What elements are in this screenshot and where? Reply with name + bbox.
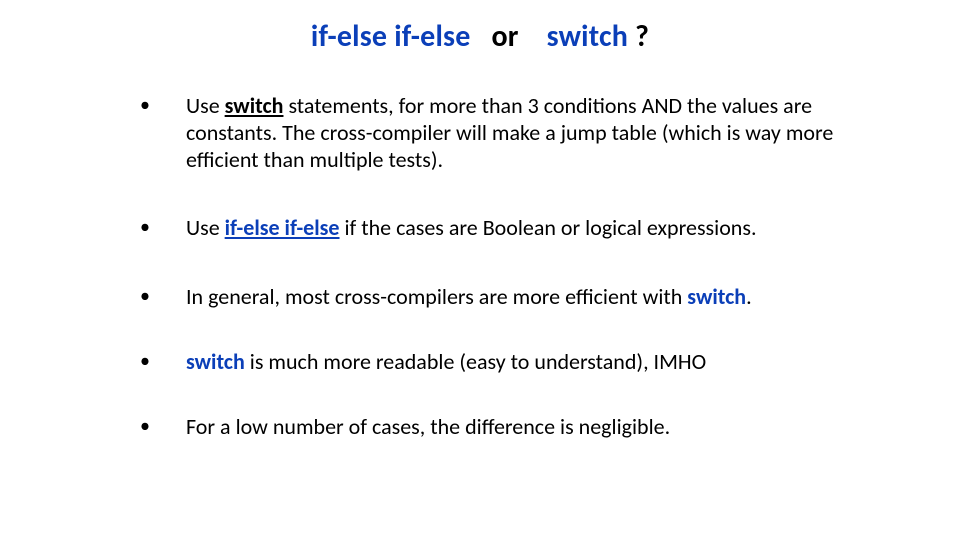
keyword-switch: switch [225, 92, 284, 119]
bullet-text: For a low number of cases, the differenc… [186, 413, 670, 440]
bullet-text: Use [186, 92, 225, 119]
title-or: or [471, 18, 547, 55]
bullet-text: statements, for more than 3 conditions A… [186, 92, 833, 173]
slide: if-else if-else or switch ? Use switch s… [0, 0, 960, 540]
list-item: Use switch statements, for more than 3 c… [140, 93, 900, 173]
bullet-text: Use [186, 214, 225, 241]
list-item: For a low number of cases, the differenc… [140, 414, 900, 441]
bullet-list: Use switch statements, for more than 3 c… [60, 93, 900, 441]
title-switch: switch [547, 18, 628, 55]
bullet-text: if the cases are Boolean or logical expr… [340, 214, 757, 241]
keyword-switch: switch [687, 283, 746, 310]
title-qmark: ? [628, 18, 649, 55]
slide-title: if-else if-else or switch ? [60, 18, 900, 55]
bullet-text: . [746, 283, 752, 310]
title-ifelse: if-else if-else [311, 18, 471, 55]
bullet-text: In general, most cross-compilers are mor… [186, 283, 687, 310]
list-item: In general, most cross-compilers are mor… [140, 284, 900, 311]
bullet-text: is much more readable (easy to understan… [245, 348, 706, 375]
keyword-ifelse: if-else if-else [225, 214, 340, 241]
list-item: switch is much more readable (easy to un… [140, 349, 900, 376]
keyword-switch: switch [186, 348, 245, 375]
list-item: Use if-else if-else if the cases are Boo… [140, 215, 900, 242]
